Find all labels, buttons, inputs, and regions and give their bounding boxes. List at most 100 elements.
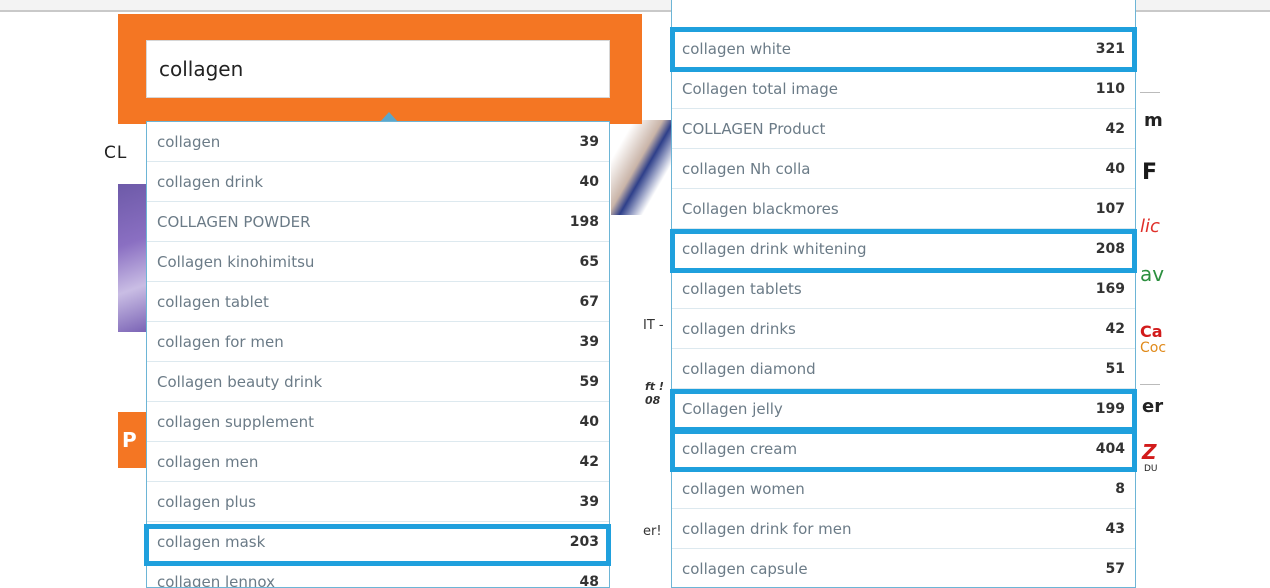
suggestion-item[interactable]: collagen cream 404: [672, 429, 1135, 469]
suggestion-text: collagen capsule: [682, 559, 808, 578]
suggestion-item[interactable]: COLLAGEN Product 42: [672, 109, 1135, 149]
suggestion-text: collagen: [157, 132, 221, 151]
bg-text: er!: [643, 524, 662, 539]
product-image: [118, 184, 146, 332]
bg-text: Coc: [1140, 340, 1167, 356]
suggestion-text: collagen Nh colla: [682, 159, 811, 178]
bg-text: P: [122, 428, 137, 452]
suggestion-count: 51: [1105, 360, 1125, 377]
suggestion-item[interactable]: collagen drink 40: [147, 162, 609, 202]
suggestion-text: collagen drink whitening: [682, 239, 867, 258]
suggestion-text: collagen tablets: [682, 279, 802, 298]
suggestion-item[interactable]: collagen drink whitening 208: [672, 229, 1135, 269]
product-image: [611, 120, 671, 215]
suggestion-text: collagen lennox: [157, 572, 275, 588]
suggestion-count: 39: [579, 333, 599, 350]
suggestion-text: collagen for men: [157, 332, 284, 351]
suggestion-count: 65: [579, 253, 599, 270]
suggestion-item[interactable]: collagen Nh colla 40: [672, 149, 1135, 189]
suggestion-count: 42: [579, 453, 599, 470]
suggestion-item[interactable]: collagen plus 39: [147, 482, 609, 522]
suggestion-count: 110: [1095, 80, 1125, 97]
suggestion-item[interactable]: collagen drink for men 43: [672, 509, 1135, 549]
suggestion-item[interactable]: collagen capsule 57: [672, 549, 1135, 587]
bg-text: 08: [645, 394, 661, 407]
suggestion-text: collagen plus: [157, 492, 256, 511]
suggestion-text: collagen drink: [157, 172, 264, 191]
suggestion-count: 198: [569, 213, 599, 230]
search-input[interactable]: [147, 41, 609, 97]
suggestion-item[interactable]: Collagen kinohimitsu 65: [147, 242, 609, 282]
suggestion-text: collagen men: [157, 452, 259, 471]
suggestion-text: Collagen total image: [682, 79, 838, 98]
suggestion-count: 107: [1095, 200, 1125, 217]
suggestion-text: collagen supplement: [157, 412, 314, 431]
suggestion-item[interactable]: collagen tablet 67: [147, 282, 609, 322]
bg-text: CL: [104, 143, 128, 163]
right-suggestion-dropdown: collagen white 321 Collagen total image 110…: [671, 0, 1136, 588]
suggestion-count: 321: [1095, 40, 1125, 57]
divider: [1140, 384, 1160, 385]
divider: [1140, 92, 1160, 93]
bg-text: IT -: [643, 318, 664, 333]
suggestion-item[interactable]: collagen for men 39: [147, 322, 609, 362]
suggestion-text: COLLAGEN Product: [682, 119, 826, 138]
suggestion-item[interactable]: collagen supplement 40: [147, 402, 609, 442]
suggestion-text: collagen tablet: [157, 292, 269, 311]
suggestion-count: 42: [1105, 120, 1125, 137]
suggestion-item[interactable]: collagen lennox 48: [147, 562, 609, 588]
suggestion-count: 8: [1115, 480, 1125, 497]
suggestion-text: collagen white: [682, 39, 792, 58]
suggestion-count: 43: [1105, 520, 1125, 537]
suggestion-count: 67: [579, 293, 599, 310]
suggestion-item[interactable]: collagen diamond 51: [672, 349, 1135, 389]
suggestion-item[interactable]: collagen white 321: [672, 29, 1135, 69]
bg-text: Ca: [1140, 322, 1163, 341]
bg-text: Z: [1142, 440, 1157, 464]
bg-text: er: [1142, 396, 1164, 417]
suggestion-text: collagen diamond: [682, 359, 816, 378]
suggestion-item[interactable]: Collagen jelly 199: [672, 389, 1135, 429]
bg-text: DU: [1144, 464, 1158, 474]
suggestion-item[interactable]: collagen women 8: [672, 469, 1135, 509]
suggestion-text: collagen mask: [157, 532, 266, 551]
suggestion-text: collagen women: [682, 479, 805, 498]
suggestion-count: 404: [1095, 440, 1125, 457]
bg-text: F: [1142, 160, 1158, 185]
bg-text: av: [1140, 262, 1165, 286]
left-suggestion-dropdown: collagen 39 collagen drink 40 COLLAGEN POWDE…: [146, 121, 610, 588]
suggestion-text: Collagen beauty drink: [157, 372, 323, 391]
suggestion-count: 203: [569, 533, 599, 550]
suggestion-count: 42: [1105, 320, 1125, 337]
suggestion-count: 199: [1095, 400, 1125, 417]
suggestion-text: Collagen blackmores: [682, 199, 839, 218]
suggestion-count: 40: [579, 173, 599, 190]
suggestion-item[interactable]: collagen men 42: [147, 442, 609, 482]
suggestion-item[interactable]: collagen drinks 42: [672, 309, 1135, 349]
bg-text: m: [1144, 110, 1163, 131]
suggestion-count: 40: [1105, 160, 1125, 177]
suggestion-count: 208: [1095, 240, 1125, 257]
suggestion-text: COLLAGEN POWDER: [157, 212, 311, 231]
suggestion-item[interactable]: collagen 39: [147, 122, 609, 162]
suggestion-count: 48: [579, 573, 599, 588]
suggestion-count: 169: [1095, 280, 1125, 297]
suggestion-item[interactable]: Collagen blackmores 107: [672, 189, 1135, 229]
suggestion-item[interactable]: Collagen beauty drink 59: [147, 362, 609, 402]
suggestion-item[interactable]: collagen tablets 169: [672, 269, 1135, 309]
suggestion-text: collagen cream: [682, 439, 798, 458]
bg-text: lic: [1140, 216, 1160, 237]
suggestion-item[interactable]: Collagen total image 110: [672, 69, 1135, 109]
suggestion-item[interactable]: collagen mask 203: [147, 522, 609, 562]
suggestion-count: 39: [579, 493, 599, 510]
suggestion-text: Collagen kinohimitsu: [157, 252, 315, 271]
suggestion-text: collagen drink for men: [682, 519, 852, 538]
suggestion-count: 57: [1105, 560, 1125, 577]
suggestion-text: Collagen jelly: [682, 399, 783, 418]
bg-text: ft !: [645, 380, 664, 393]
suggestion-count: 59: [579, 373, 599, 390]
suggestion-text: collagen drinks: [682, 319, 796, 338]
suggestion-count: 39: [579, 133, 599, 150]
search-box[interactable]: [146, 40, 610, 98]
suggestion-item[interactable]: COLLAGEN POWDER 198: [147, 202, 609, 242]
